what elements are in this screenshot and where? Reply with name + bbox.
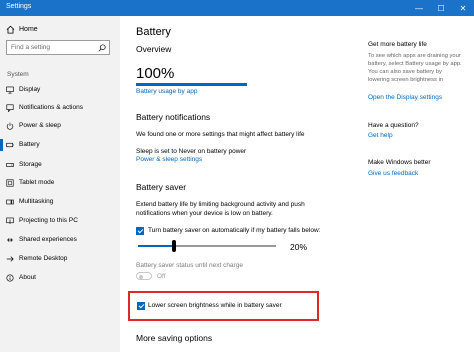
sidebar-item-label: Notifications & actions — [19, 104, 83, 111]
lower-brightness-label: Lower screen brightness while in battery… — [148, 302, 282, 309]
sidebar-item-label: Tablet mode — [19, 179, 55, 186]
sidebar-item-label: About — [19, 274, 36, 281]
slider-thumb[interactable] — [172, 240, 176, 252]
sidebar-item-power-sleep[interactable]: Power & sleep — [0, 117, 120, 135]
sidebar-item-battery[interactable]: Battery — [0, 136, 120, 154]
saver-status-toggle[interactable] — [136, 272, 152, 280]
sidebar-item-label: Home — [19, 26, 38, 33]
sidebar: Home Find a setting System Display Notif… — [0, 16, 120, 352]
make-windows-better-heading: Make Windows better — [368, 159, 431, 166]
home-icon — [6, 25, 15, 34]
shared-icon — [7, 238, 13, 242]
page-title: Battery — [136, 26, 171, 38]
sidebar-item-notifications[interactable]: Notifications & actions — [0, 99, 120, 117]
more-battery-life-text-2: battery, select Battery usage by app. — [368, 61, 462, 67]
sidebar-item-label: Storage — [19, 161, 42, 168]
sidebar-item-remote-desktop[interactable]: Remote Desktop — [0, 250, 120, 268]
search-placeholder: Find a setting — [11, 44, 51, 51]
give-feedback-link[interactable]: Give us feedback — [368, 170, 418, 177]
toggle-knob — [139, 274, 143, 279]
battery-percent: 100% — [136, 65, 175, 82]
more-saving-options-heading: More saving options — [136, 333, 213, 343]
more-battery-life-text-3: You can also save battery by — [368, 69, 442, 75]
power-icon — [6, 122, 14, 130]
saver-status-label: Battery saver status until next charge — [136, 262, 243, 269]
storage-icon — [6, 163, 14, 167]
minimize-button[interactable]: — — [408, 0, 430, 16]
notification-icon — [6, 104, 14, 112]
sidebar-item-projecting[interactable]: Projecting to this PC — [0, 212, 120, 230]
tablet-icon — [6, 179, 14, 187]
sidebar-group-label: System — [7, 71, 29, 78]
slider-remaining-track — [176, 245, 276, 247]
sidebar-item-label: Remote Desktop — [19, 255, 68, 262]
sidebar-item-shared-experiences[interactable]: Shared experiences — [0, 231, 120, 249]
sidebar-item-multitasking[interactable]: Multitasking — [0, 193, 120, 211]
battery-usage-link[interactable]: Battery usage by app — [136, 88, 197, 95]
battery-notifications-heading: Battery notifications — [136, 112, 211, 122]
battery-level-fill — [136, 83, 247, 86]
monitor-icon — [6, 86, 14, 94]
sidebar-item-label: Display — [19, 86, 41, 93]
sidebar-item-about[interactable]: About — [0, 269, 120, 287]
get-help-link[interactable]: Get help — [368, 132, 393, 139]
overview-heading: Overview — [136, 44, 172, 54]
remote-icon — [6, 256, 14, 262]
battery-level-bar — [136, 83, 247, 86]
window-title: Settings — [6, 3, 32, 10]
close-button[interactable]: ✕ — [452, 0, 474, 16]
sleep-text: Sleep is set to Never on battery power — [136, 148, 247, 155]
power-sleep-settings-link[interactable]: Power & sleep settings — [136, 156, 202, 163]
sidebar-item-tablet-mode[interactable]: Tablet mode — [0, 174, 120, 192]
saver-description-line2: notifications when your device is low on… — [136, 210, 273, 217]
more-battery-life-text-1: To see which apps are draining your — [368, 53, 461, 59]
more-battery-life-heading: Get more battery life — [368, 41, 427, 48]
related-panel: Get more battery life To see which apps … — [368, 16, 472, 352]
auto-saver-checkbox[interactable] — [136, 227, 144, 235]
info-icon — [6, 274, 14, 282]
sidebar-item-label: Multitasking — [19, 198, 54, 205]
question-heading: Have a question? — [368, 122, 419, 129]
title-bar: Settings — ☐ ✕ — [0, 0, 474, 16]
slider-value: 20% — [290, 242, 308, 252]
sidebar-item-display[interactable]: Display — [0, 81, 120, 99]
multitasking-icon — [6, 199, 14, 205]
active-indicator — [0, 139, 3, 151]
sidebar-item-label: Power & sleep — [19, 122, 61, 129]
saver-description-line1: Extend battery life by limiting backgrou… — [136, 201, 305, 208]
search-input[interactable]: Find a setting — [6, 40, 110, 55]
sidebar-item-storage[interactable]: Storage — [0, 156, 120, 174]
battery-saver-heading: Battery saver — [136, 182, 187, 192]
auto-saver-label: Turn battery saver on automatically if m… — [148, 227, 321, 234]
maximize-button[interactable]: ☐ — [430, 0, 452, 16]
sidebar-item-label: Battery — [19, 141, 40, 148]
sidebar-item-label: Shared experiences — [19, 236, 77, 243]
sidebar-item-home[interactable]: Home — [0, 22, 120, 38]
search-icon — [98, 44, 106, 52]
notifications-text: We found one or more settings that might… — [136, 131, 305, 138]
open-display-settings-link[interactable]: Open the Display settings — [368, 94, 442, 101]
battery-icon — [6, 142, 14, 148]
sidebar-item-label: Projecting to this PC — [19, 217, 78, 224]
more-battery-life-text-4: lowering screen brightness in — [368, 77, 444, 83]
toggle-state-label: Off — [157, 273, 166, 280]
projecting-icon — [6, 217, 14, 225]
lower-brightness-checkbox[interactable] — [137, 302, 145, 310]
